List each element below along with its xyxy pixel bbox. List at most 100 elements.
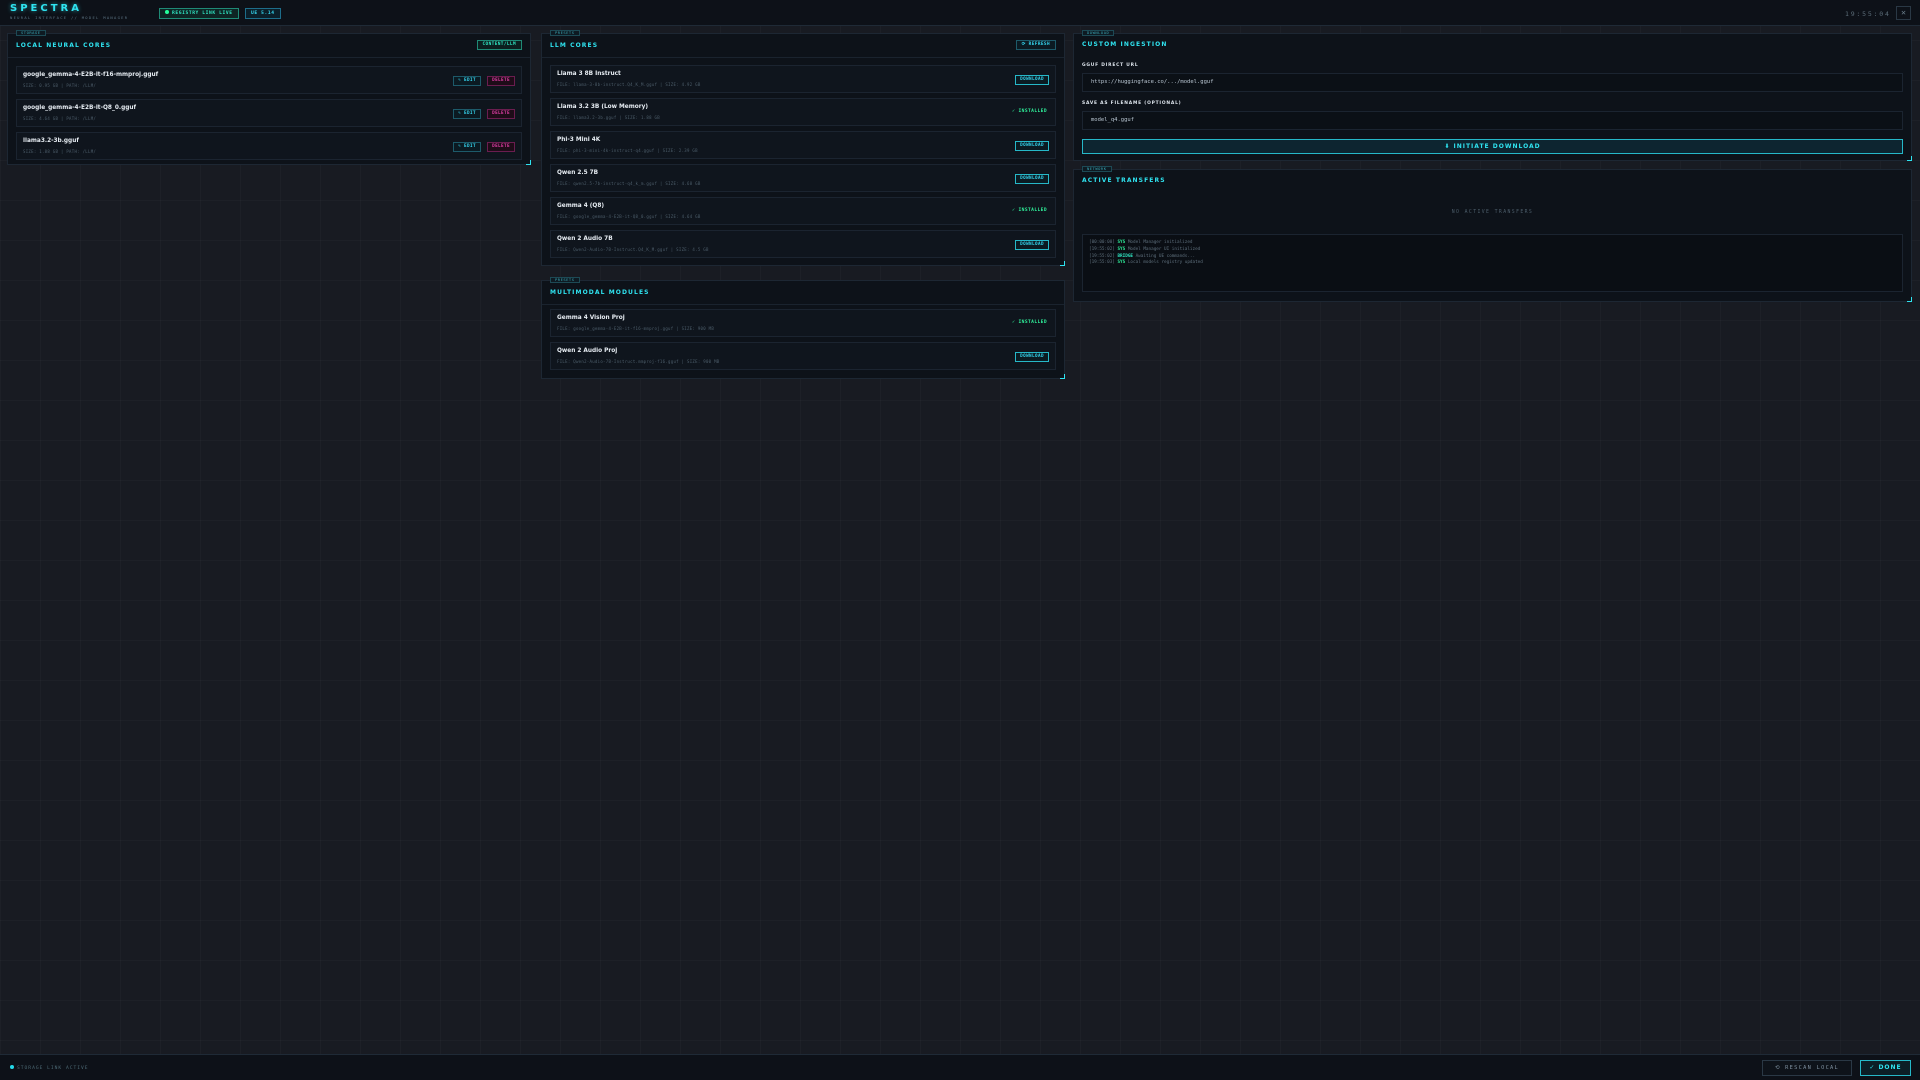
model-meta: SIZE: 4.64 GB | PATH: /LLM/ — [23, 116, 97, 121]
preset-row: Llama 3 8B Instruct FILE: llama-3-8b-inst… — [550, 65, 1056, 93]
model-name: Llama 3.2 3B (Low Memory) — [557, 104, 649, 110]
clock: 19:55:04 — [1845, 10, 1891, 18]
log-message: Awaiting UE commands... — [1135, 253, 1196, 259]
log-tag: BRIDGE — [1117, 253, 1133, 259]
model-name: Phi-3 Mini 4K — [557, 137, 601, 143]
corner-accent — [1060, 374, 1065, 379]
download-button[interactable]: DOWNLOAD — [1015, 75, 1049, 85]
log-message: Local models registry updated — [1127, 260, 1203, 266]
active-transfers-panel: NETWORK ACTIVE TRANSFERS NO ACTIVE TRANS… — [1073, 166, 1912, 302]
app-subtitle: NEURAL INTERFACE // MODEL MANAGER — [10, 15, 129, 20]
model-name: Llama 3 8B Instruct — [557, 71, 621, 77]
panel-header: MULTIMODAL MODULES — [542, 281, 1064, 305]
corner-accent — [1907, 297, 1912, 302]
preset-row: Qwen 2.5 7B FILE: qwen2.5-7b-instruct-q4_… — [550, 164, 1056, 192]
log-time: [19:55:02] — [1089, 253, 1115, 259]
url-label: GGUF DIRECT URL — [1082, 63, 1139, 68]
delete-button[interactable]: DELETE — [487, 142, 515, 152]
model-meta: SIZE: 0.95 GB | PATH: /LLM/ — [23, 83, 97, 88]
corner-accent — [526, 160, 531, 165]
model-meta: FILE: llama-3-8b-instruct.Q4_K_M.gguf | … — [557, 82, 701, 87]
app-title: SPECTRA — [10, 3, 82, 14]
edit-button[interactable]: ✎ EDIT — [453, 109, 481, 119]
filename-input[interactable]: model_q4.gguf — [1082, 111, 1903, 130]
empty-state: NO ACTIVE TRANSFERS — [1451, 210, 1534, 215]
panel-title: LOCAL NEURAL CORES — [16, 42, 112, 49]
log-console: [00:00:00] SYS Model Manager initialized… — [1082, 234, 1903, 292]
local-model-row: google_gemma-4-E2B-it-f16-mmproj.gguf SIZ… — [16, 66, 522, 94]
model-meta: FILE: Qwen2-Audio-7B-Instruct.mmproj-f16… — [557, 359, 720, 364]
corner-accent — [1060, 261, 1065, 266]
top-bar: SPECTRA NEURAL INTERFACE // MODEL MANAGE… — [0, 0, 1920, 26]
model-meta: FILE: google_gemma-4-E2B-it-f16-mmproj.g… — [557, 326, 715, 331]
done-button[interactable]: ✓ DONE — [1860, 1060, 1911, 1076]
preset-row: Phi-3 Mini 4K FILE: phi-3-mini-4k-instruc… — [550, 131, 1056, 159]
model-meta: FILE: qwen2.5-7b-instruct-q4_k_m.gguf | … — [557, 181, 701, 186]
log-message: Model Manager UI initialized — [1127, 246, 1201, 252]
initiate-download-button[interactable]: ⬇ INITIATE DOWNLOAD — [1082, 139, 1903, 154]
edit-button[interactable]: ✎ EDIT — [453, 76, 481, 86]
registry-status-badge: REGISTRY LINK LIVE — [159, 8, 239, 19]
log-time: [19:55:03] — [1089, 260, 1115, 266]
model-name: Qwen 2 Audio 7B — [557, 236, 613, 242]
log-tag: SYS — [1117, 240, 1126, 245]
delete-button[interactable]: DELETE — [487, 109, 515, 119]
corner-accent — [1907, 156, 1912, 161]
panel-header: LOCAL NEURAL CORES CONTENT/LLM — [8, 34, 530, 58]
model-name: llama3.2-3b.gguf — [23, 138, 79, 144]
download-button[interactable]: DOWNLOAD — [1015, 352, 1049, 362]
installed-badge: ✓ INSTALLED — [1012, 109, 1047, 114]
status-dot-icon — [10, 1065, 14, 1069]
model-name: Qwen 2 Audio Proj — [557, 348, 618, 354]
log-message: Model Manager initialized — [1127, 240, 1193, 245]
panel-title: LLM CORES — [550, 42, 599, 49]
preset-row: Qwen 2 Audio 7B FILE: Qwen2-Audio-7B-Inst… — [550, 230, 1056, 258]
version-badge: UE 5.14 — [245, 8, 281, 19]
storage-status-text: STORAGE LINK ACTIVE — [17, 1066, 89, 1071]
installed-badge: ✓ INSTALLED — [1012, 208, 1047, 213]
preset-row: Llama 3.2 3B (Low Memory) FILE: llama3.2-… — [550, 98, 1056, 126]
llm-cores-panel: PRESETS LLM CORES ⟳ REFRESH Llama 3 8B I… — [541, 30, 1065, 266]
log-line: [00:00:00] SYS Model Manager initialized — [1089, 240, 1896, 247]
panel-tag: DOWNLOAD — [1082, 30, 1115, 36]
preset-row: Gemma 4 Vision Proj FILE: google_gemma-4-… — [550, 309, 1056, 337]
log-time: [19:55:02] — [1089, 246, 1115, 252]
bottom-bar: STORAGE LINK ACTIVE ⟲ RESCAN LOCAL ✓ DON… — [0, 1054, 1920, 1080]
live-dot-icon — [165, 10, 169, 14]
log-tag: SYS — [1117, 246, 1126, 252]
panel-title: MULTIMODAL MODULES — [550, 289, 650, 296]
model-name: Gemma 4 (Q8) — [557, 203, 605, 209]
log-line: [19:55:02] BRIDGE Awaiting UE commands..… — [1089, 254, 1896, 261]
multimodal-panel: PRESETS MULTIMODAL MODULES Gemma 4 Visio… — [541, 277, 1065, 379]
close-icon[interactable]: ✕ — [1896, 6, 1911, 20]
refresh-button[interactable]: ⟳ REFRESH — [1015, 40, 1056, 50]
model-meta: FILE: google_gemma-4-E2B-it-Q8_0.gguf | … — [557, 214, 701, 219]
model-meta: FILE: Qwen2-Audio-7B-Instruct.Q4_K_M.ggu… — [557, 247, 709, 252]
panel-header: LLM CORES ⟳ REFRESH — [542, 34, 1064, 58]
local-model-row: llama3.2-3b.gguf SIZE: 1.88 GB | PATH: /L… — [16, 132, 522, 160]
log-time: [00:00:00] — [1089, 240, 1115, 245]
model-meta: SIZE: 1.88 GB | PATH: /LLM/ — [23, 149, 97, 154]
preset-row: Gemma 4 (Q8) FILE: google_gemma-4-E2B-it-… — [550, 197, 1056, 225]
installed-badge: ✓ INSTALLED — [1012, 320, 1047, 325]
log-line: [19:55:03] SYS Local models registry upd… — [1089, 260, 1896, 267]
local-model-row: google_gemma-4-E2B-it-Q8_0.gguf SIZE: 4.6… — [16, 99, 522, 127]
custom-ingestion-panel: DOWNLOAD CUSTOM INGESTION GGUF DIRECT UR… — [1073, 30, 1912, 161]
download-button[interactable]: DOWNLOAD — [1015, 240, 1049, 250]
delete-button[interactable]: DELETE — [487, 76, 515, 86]
log-line: [19:55:02] SYS Model Manager UI initiali… — [1089, 247, 1896, 254]
panel-title: ACTIVE TRANSFERS — [1082, 177, 1166, 184]
model-name: Qwen 2.5 7B — [557, 170, 599, 176]
download-button[interactable]: DOWNLOAD — [1015, 174, 1049, 184]
filter-button[interactable]: CONTENT/LLM — [476, 40, 522, 50]
model-meta: FILE: llama3.2-3b.gguf | SIZE: 1.88 GB — [557, 115, 660, 120]
rescan-local-button[interactable]: ⟲ RESCAN LOCAL — [1762, 1060, 1852, 1076]
panel-title: CUSTOM INGESTION — [1082, 41, 1168, 48]
filename-label: SAVE AS FILENAME (OPTIONAL) — [1082, 101, 1182, 106]
edit-button[interactable]: ✎ EDIT — [453, 142, 481, 152]
preset-row: Qwen 2 Audio Proj FILE: Qwen2-Audio-7B-In… — [550, 342, 1056, 370]
download-button[interactable]: DOWNLOAD — [1015, 141, 1049, 151]
model-name: Gemma 4 Vision Proj — [557, 315, 625, 321]
panel-tag: NETWORK — [1082, 166, 1112, 172]
url-input[interactable]: https://huggingface.co/.../model.gguf — [1082, 73, 1903, 92]
